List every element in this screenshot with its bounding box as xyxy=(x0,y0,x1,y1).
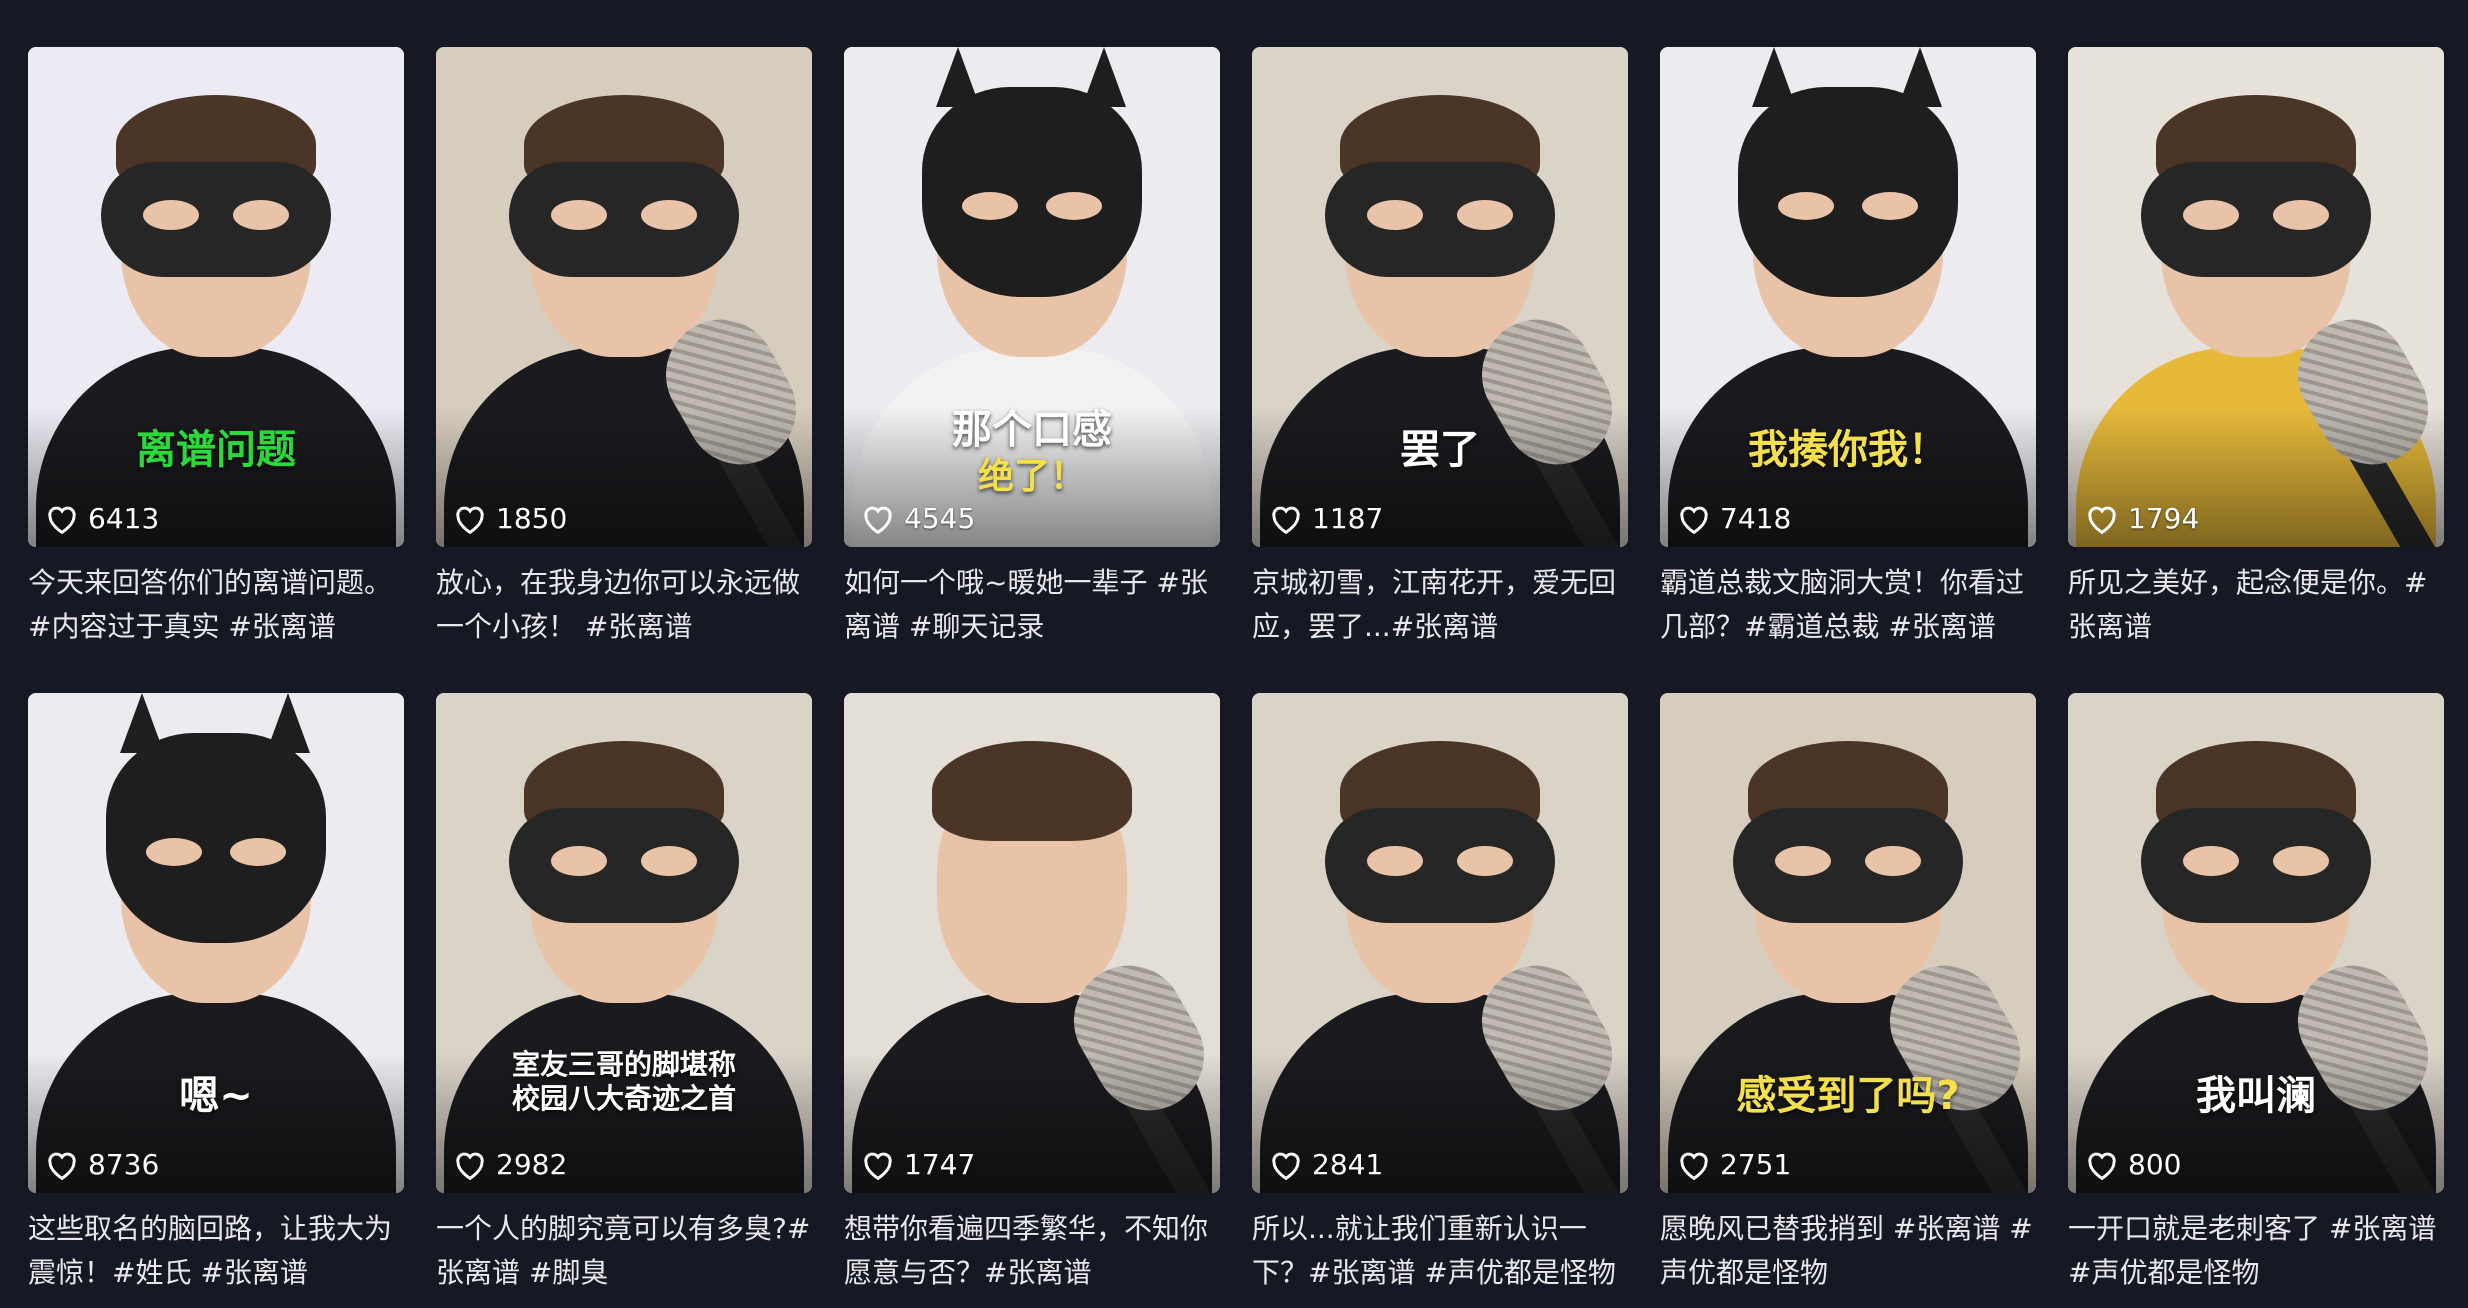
video-caption[interactable]: 所见之美好，起念便是你。#张离谱 xyxy=(2068,561,2444,649)
video-caption[interactable]: 京城初雪，江南花开，爱无回应，罢了...#张离谱 xyxy=(1252,561,1628,649)
like-count-value: 8736 xyxy=(88,1148,160,1181)
like-count-value: 1747 xyxy=(904,1148,976,1181)
mask-icon xyxy=(2141,808,2371,923)
video-caption[interactable]: 一开口就是老刺客了 #张离谱 #声优都是怪物 xyxy=(2068,1207,2444,1295)
like-count: 1187 xyxy=(1270,502,1383,535)
video-thumbnail[interactable]: 1747 xyxy=(844,693,1220,1193)
overlay-caption: 离谱问题 xyxy=(136,427,296,473)
video-thumbnail[interactable]: 嗯~ 8736 xyxy=(28,693,404,1193)
mask-icon xyxy=(1733,808,1963,923)
heart-icon xyxy=(1272,506,1300,534)
like-count: 1850 xyxy=(454,502,567,535)
heart-icon xyxy=(1680,506,1708,534)
video-thumbnail[interactable]: 我叫澜 800 xyxy=(2068,693,2444,1193)
overlay-caption: 罢了 xyxy=(1400,427,1480,473)
like-count: 800 xyxy=(2086,1148,2181,1181)
heart-icon xyxy=(456,506,484,534)
video-thumbnail[interactable]: 感受到了吗? 2751 xyxy=(1660,693,2036,1193)
mask-icon xyxy=(101,162,331,277)
video-caption[interactable]: 所以...就让我们重新认识一下？#张离谱 #声优都是怪物 xyxy=(1252,1207,1628,1295)
like-count-value: 7418 xyxy=(1720,502,1792,535)
like-count: 6413 xyxy=(46,502,159,535)
like-count-value: 6413 xyxy=(88,502,160,535)
video-thumbnail[interactable]: 1794 xyxy=(2068,47,2444,547)
mask-icon xyxy=(509,162,739,277)
like-count: 1747 xyxy=(862,1148,975,1181)
video-thumbnail[interactable]: 1850 xyxy=(436,47,812,547)
heart-icon xyxy=(2088,1152,2116,1180)
heart-icon xyxy=(48,506,76,534)
overlay-caption: 嗯~ xyxy=(179,1073,253,1119)
heart-icon xyxy=(1680,1152,1708,1180)
video-caption[interactable]: 想带你看遍四季繁华，不知你愿意与否？#张离谱 xyxy=(844,1207,1220,1295)
video-thumbnail[interactable]: 罢了 1187 xyxy=(1252,47,1628,547)
video-card[interactable]: 室友三哥的脚堪称 校园八大奇迹之首 2982 一个人的脚究竟可以有多臭?#张离谱 #脚… xyxy=(436,693,812,1295)
like-count: 2982 xyxy=(454,1148,567,1181)
heart-icon xyxy=(456,1152,484,1180)
video-card[interactable]: 感受到了吗? 2751 愿晚风已替我捎到 #张离谱 #声优都是怪物 xyxy=(1660,693,2036,1295)
video-card[interactable]: 1794 所见之美好，起念便是你。#张离谱 xyxy=(2068,47,2444,649)
like-count: 1794 xyxy=(2086,502,2199,535)
heart-icon xyxy=(48,1152,76,1180)
like-count: 8736 xyxy=(46,1148,159,1181)
like-count-value: 1850 xyxy=(496,502,568,535)
like-count-value: 4545 xyxy=(904,502,976,535)
heart-icon xyxy=(1272,1152,1300,1180)
video-caption[interactable]: 一个人的脚究竟可以有多臭?#张离谱 #脚臭 xyxy=(436,1207,812,1295)
video-caption[interactable]: 这些取名的脑回路，让我大为震惊！#姓氏 #张离谱 xyxy=(28,1207,404,1295)
like-count: 4545 xyxy=(862,502,975,535)
like-count-value: 1794 xyxy=(2128,502,2200,535)
like-count: 7418 xyxy=(1678,502,1791,535)
overlay-caption: 我揍你我！ xyxy=(1748,427,1948,473)
like-count-value: 1187 xyxy=(1312,502,1384,535)
like-count: 2751 xyxy=(1678,1148,1791,1181)
mask-icon xyxy=(1325,162,1555,277)
video-card[interactable]: 那个口感 绝了！ 4545 如何一个哦~暖她一辈子 #张离谱 #聊天记录 xyxy=(844,47,1220,649)
video-card[interactable]: 我揍你我！ 7418 霸道总裁文脑洞大赏！你看过几部？#霸道总裁 #张离谱 xyxy=(1660,47,2036,649)
overlay-caption-line2: 绝了！ xyxy=(977,456,1086,497)
video-thumbnail[interactable]: 室友三哥的脚堪称 校园八大奇迹之首 2982 xyxy=(436,693,812,1193)
video-card[interactable]: 离谱问题 6413 今天来回答你们的离谱问题。#内容过于真实 #张离谱 xyxy=(28,47,404,649)
video-thumbnail[interactable]: 2841 xyxy=(1252,693,1628,1193)
overlay-caption: 我叫澜 xyxy=(2196,1073,2316,1119)
video-thumbnail[interactable]: 我揍你我！ 7418 xyxy=(1660,47,2036,547)
mask-icon xyxy=(1325,808,1555,923)
video-card[interactable]: 1747 想带你看遍四季繁华，不知你愿意与否？#张离谱 xyxy=(844,693,1220,1295)
video-caption[interactable]: 放心，在我身边你可以永远做一个小孩！ #张离谱 xyxy=(436,561,812,649)
heart-icon xyxy=(864,506,892,534)
video-caption[interactable]: 愿晚风已替我捎到 #张离谱 #声优都是怪物 xyxy=(1660,1207,2036,1295)
video-caption[interactable]: 霸道总裁文脑洞大赏！你看过几部？#霸道总裁 #张离谱 xyxy=(1660,561,2036,649)
like-count-value: 2751 xyxy=(1720,1148,1792,1181)
video-card[interactable]: 嗯~ 8736 这些取名的脑回路，让我大为震惊！#姓氏 #张离谱 xyxy=(28,693,404,1295)
bat-cowl-icon xyxy=(1738,87,1958,297)
video-card[interactable]: 罢了 1187 京城初雪，江南花开，爱无回应，罢了...#张离谱 xyxy=(1252,47,1628,649)
bat-cowl-icon xyxy=(106,733,326,943)
bat-cowl-icon xyxy=(922,87,1142,297)
video-card[interactable]: 1850 放心，在我身边你可以永远做一个小孩！ #张离谱 xyxy=(436,47,812,649)
video-thumbnail[interactable]: 那个口感 绝了！ 4545 xyxy=(844,47,1220,547)
like-count-value: 2841 xyxy=(1312,1148,1384,1181)
video-card[interactable]: 我叫澜 800 一开口就是老刺客了 #张离谱 #声优都是怪物 xyxy=(2068,693,2444,1295)
video-grid: 离谱问题 6413 今天来回答你们的离谱问题。#内容过于真实 #张离谱 1850 放心，… xyxy=(28,47,2448,1295)
video-caption[interactable]: 如何一个哦~暖她一辈子 #张离谱 #聊天记录 xyxy=(844,561,1220,649)
overlay-caption-line2: 校园八大奇迹之首 xyxy=(511,1082,736,1115)
overlay-caption: 感受到了吗? xyxy=(1736,1073,1960,1119)
heart-icon xyxy=(864,1152,892,1180)
like-count-value: 800 xyxy=(2128,1148,2182,1181)
like-count: 2841 xyxy=(1270,1148,1383,1181)
video-thumbnail[interactable]: 离谱问题 6413 xyxy=(28,47,404,547)
video-caption[interactable]: 今天来回答你们的离谱问题。#内容过于真实 #张离谱 xyxy=(28,561,404,649)
like-count-value: 2982 xyxy=(496,1148,568,1181)
mask-icon xyxy=(2141,162,2371,277)
heart-icon xyxy=(2088,506,2116,534)
mask-icon xyxy=(509,808,739,923)
video-card[interactable]: 2841 所以...就让我们重新认识一下？#张离谱 #声优都是怪物 xyxy=(1252,693,1628,1295)
